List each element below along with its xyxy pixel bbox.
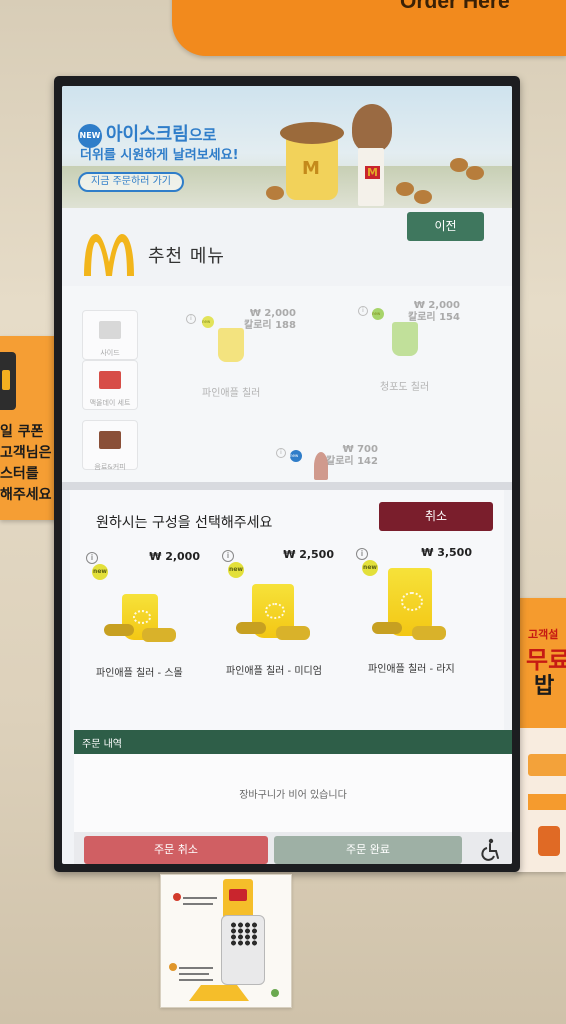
- ice-cream-promo-banner[interactable]: NEW 아이스크림으로 더위를 시원하게 날려보세요! 지금 주문하러 가기: [62, 86, 512, 208]
- recommended-item-price: ₩ 2,000 칼로리 188: [244, 308, 296, 331]
- category-label: 음료&커피: [94, 463, 126, 471]
- info-icon[interactable]: i: [358, 306, 368, 316]
- new-badge: new: [290, 450, 302, 462]
- new-badge: new: [372, 308, 384, 320]
- card-reader-guide: [160, 874, 292, 1008]
- option-price: ₩ 2,000: [149, 550, 200, 563]
- info-icon[interactable]: i: [276, 448, 286, 458]
- new-badge: new: [92, 564, 108, 580]
- size-option-medium[interactable]: i new ₩ 2,500 파인애플 칠러 - 미디엄: [222, 548, 334, 698]
- info-icon[interactable]: i: [222, 550, 234, 562]
- option-name: 파인애플 칠러 - 스몰: [96, 668, 183, 679]
- option-name: 파인애플 칠러 - 미디엄: [226, 666, 322, 677]
- page-title: 추천 메뉴: [148, 246, 225, 267]
- recommended-item-name[interactable]: 청포도 칠러: [380, 378, 429, 393]
- category-label: 사이드: [100, 349, 120, 357]
- promo-order-now-button[interactable]: 지금 주문하러 가기: [78, 172, 184, 192]
- option-price: ₩ 2,500: [283, 548, 334, 561]
- kiosk-screen: NEW 아이스크림으로 더위를 시원하게 날려보세요! 지금 주문하러 가기 이…: [62, 86, 512, 864]
- soft-cone-image: [352, 104, 392, 152]
- set-thumbnail: [99, 371, 121, 389]
- green-grape-chiller-image: [392, 322, 418, 356]
- right-promo-sign: 고객설 무료 밥: [514, 598, 566, 872]
- complete-order-button[interactable]: 주문 완료: [274, 836, 462, 864]
- left-sign-text: 일 쿠폰 고객님은 스터를 해주세요: [0, 424, 52, 503]
- cancel-order-button[interactable]: 주문 취소: [84, 836, 268, 864]
- order-here-text: Order Here: [400, 0, 510, 13]
- recommended-item-price: ₩ 700 칼로리 142: [326, 444, 378, 467]
- pineapple-chiller-image: [218, 328, 244, 362]
- new-badge: new: [228, 562, 244, 578]
- promo-subtitle: 더위를 시원하게 날려보세요!: [80, 148, 239, 163]
- category-label: 맥올데이 세트: [89, 399, 131, 407]
- promo-title: 아이스크림으로: [106, 124, 217, 145]
- new-badge: new: [362, 560, 378, 576]
- side-thumbnail: [99, 321, 121, 339]
- step2-text-line: [179, 967, 213, 969]
- new-badge: new: [202, 316, 214, 328]
- left-coupon-sign: 일 쿠폰 고객님은 스터를 해주세요: [0, 336, 62, 520]
- order-list: 장바구니가 비어 있습니다: [74, 754, 512, 832]
- size-panel-title: 원하시는 구성을 선택해주세요: [96, 515, 273, 531]
- prev-button[interactable]: 이전: [407, 212, 484, 241]
- step1-text-line: [183, 897, 217, 899]
- size-option-small[interactable]: i new ₩ 2,000 파인애플 칠러 - 스몰: [86, 550, 200, 700]
- ice-cream-cone-image: [314, 452, 328, 480]
- info-icon[interactable]: i: [86, 552, 98, 564]
- empty-cart-message: 장바구니가 비어 있습니다: [239, 790, 347, 801]
- order-list-header: 주문 내역: [74, 730, 512, 754]
- keypad-icon: [221, 915, 265, 985]
- wheelchair-icon[interactable]: [478, 838, 502, 862]
- option-name: 파인애플 칠러 - 라지: [368, 664, 455, 675]
- recommended-item-name[interactable]: 파인애플 칠러: [202, 384, 260, 399]
- size-option-large[interactable]: i new ₩ 3,500 파인애플 칠러 - 라지: [356, 546, 472, 696]
- info-icon[interactable]: i: [186, 314, 196, 324]
- order-here-sign: Order Here: [172, 0, 566, 56]
- bottom-action-bar: 주문 취소 주문 완료: [74, 832, 512, 864]
- phone-icon: [0, 352, 16, 410]
- option-price: ₩ 3,500: [421, 546, 472, 559]
- recommended-item-price: ₩ 2,000 칼로리 154: [408, 300, 460, 323]
- info-icon[interactable]: i: [356, 548, 368, 560]
- mcflurry-image: [280, 122, 344, 200]
- mcdonalds-logo: [84, 234, 134, 276]
- drinks-thumbnail: [99, 431, 121, 449]
- panel-cancel-button[interactable]: 취소: [379, 502, 493, 531]
